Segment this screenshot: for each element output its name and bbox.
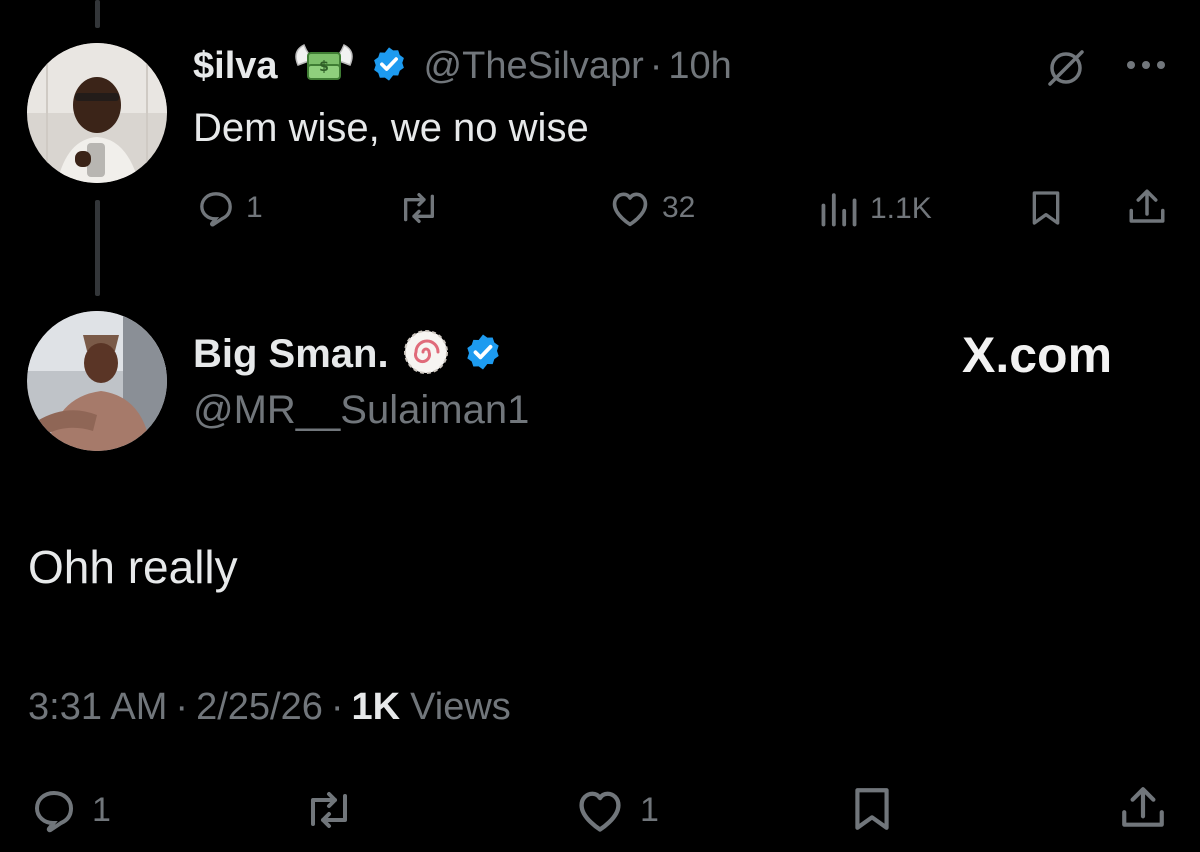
share-icon xyxy=(1122,787,1164,827)
repost-icon xyxy=(403,193,434,223)
repost-button-main[interactable] xyxy=(302,786,356,834)
reply-icon xyxy=(200,192,232,227)
heart-icon xyxy=(612,192,648,227)
parent-tweet-text: Dem wise, we no wise xyxy=(193,106,589,150)
like-button-main[interactable]: 1 xyxy=(574,786,659,834)
more-options-icon[interactable] xyxy=(1124,58,1168,77)
bookmark-icon xyxy=(1032,191,1060,225)
share-icon xyxy=(1129,189,1165,223)
reply-count: 1 xyxy=(246,191,263,224)
handle-big-sman[interactable]: @MR__Sulaiman1 xyxy=(193,388,529,433)
fish-cake-emoji-icon xyxy=(401,327,451,382)
verified-badge-icon xyxy=(370,45,408,88)
thread-line-connector xyxy=(95,200,100,296)
reply-button-main[interactable]: 1 xyxy=(30,786,111,834)
views-chart-icon xyxy=(821,193,857,227)
heart-icon xyxy=(579,791,621,832)
bookmark-button-main[interactable] xyxy=(850,784,894,834)
reply-button-parent[interactable]: 1 xyxy=(196,188,263,228)
tweet-metadata: 3:31 AM · 2/25/26 · 1K Views xyxy=(28,686,511,729)
repost-icon xyxy=(311,792,347,828)
grok-icon[interactable] xyxy=(1044,46,1088,95)
like-count: 32 xyxy=(662,191,696,224)
separator-dot: · xyxy=(649,44,663,87)
time-ago[interactable]: 10h xyxy=(668,45,731,88)
like-count-main: 1 xyxy=(640,790,659,829)
meta-separator-2: · xyxy=(330,686,344,728)
views-count-main: 1K xyxy=(351,686,401,728)
repost-button-parent[interactable] xyxy=(396,188,442,228)
display-name-big-sman[interactable]: Big Sman. xyxy=(193,332,389,377)
verified-badge-icon xyxy=(463,332,503,377)
avatar-silva[interactable] xyxy=(27,43,167,183)
money-wings-emoji-icon: $ xyxy=(292,41,356,92)
svg-text:$: $ xyxy=(319,59,329,75)
share-button-parent[interactable] xyxy=(1126,186,1168,228)
views-label: Views xyxy=(410,686,511,728)
display-name-silva[interactable]: $ilva xyxy=(193,45,278,88)
views-count: 1.1K xyxy=(870,192,932,225)
handle-silva[interactable]: @TheSilvapr xyxy=(424,45,644,88)
views-button-parent[interactable]: 1.1K xyxy=(818,190,932,228)
bookmark-icon xyxy=(855,788,889,830)
main-tweet-text: Ohh really xyxy=(28,541,238,593)
avatar-big-sman[interactable] xyxy=(27,311,167,451)
tweet-date[interactable]: 2/25/26 xyxy=(196,686,323,729)
parent-header: $ilva $ @TheSilvapr · 10h xyxy=(193,42,732,90)
x-com-watermark: X.com xyxy=(962,327,1113,383)
like-button-parent[interactable]: 32 xyxy=(608,188,695,228)
reply-icon xyxy=(34,790,74,833)
main-header: Big Sman. xyxy=(193,328,503,380)
meta-separator-1: · xyxy=(175,686,189,728)
tweet-time[interactable]: 3:31 AM xyxy=(28,686,167,729)
reply-count-main: 1 xyxy=(92,790,111,829)
bookmark-button-parent[interactable] xyxy=(1028,188,1064,228)
thread-line-top xyxy=(95,0,100,28)
share-button-main[interactable] xyxy=(1118,782,1168,834)
